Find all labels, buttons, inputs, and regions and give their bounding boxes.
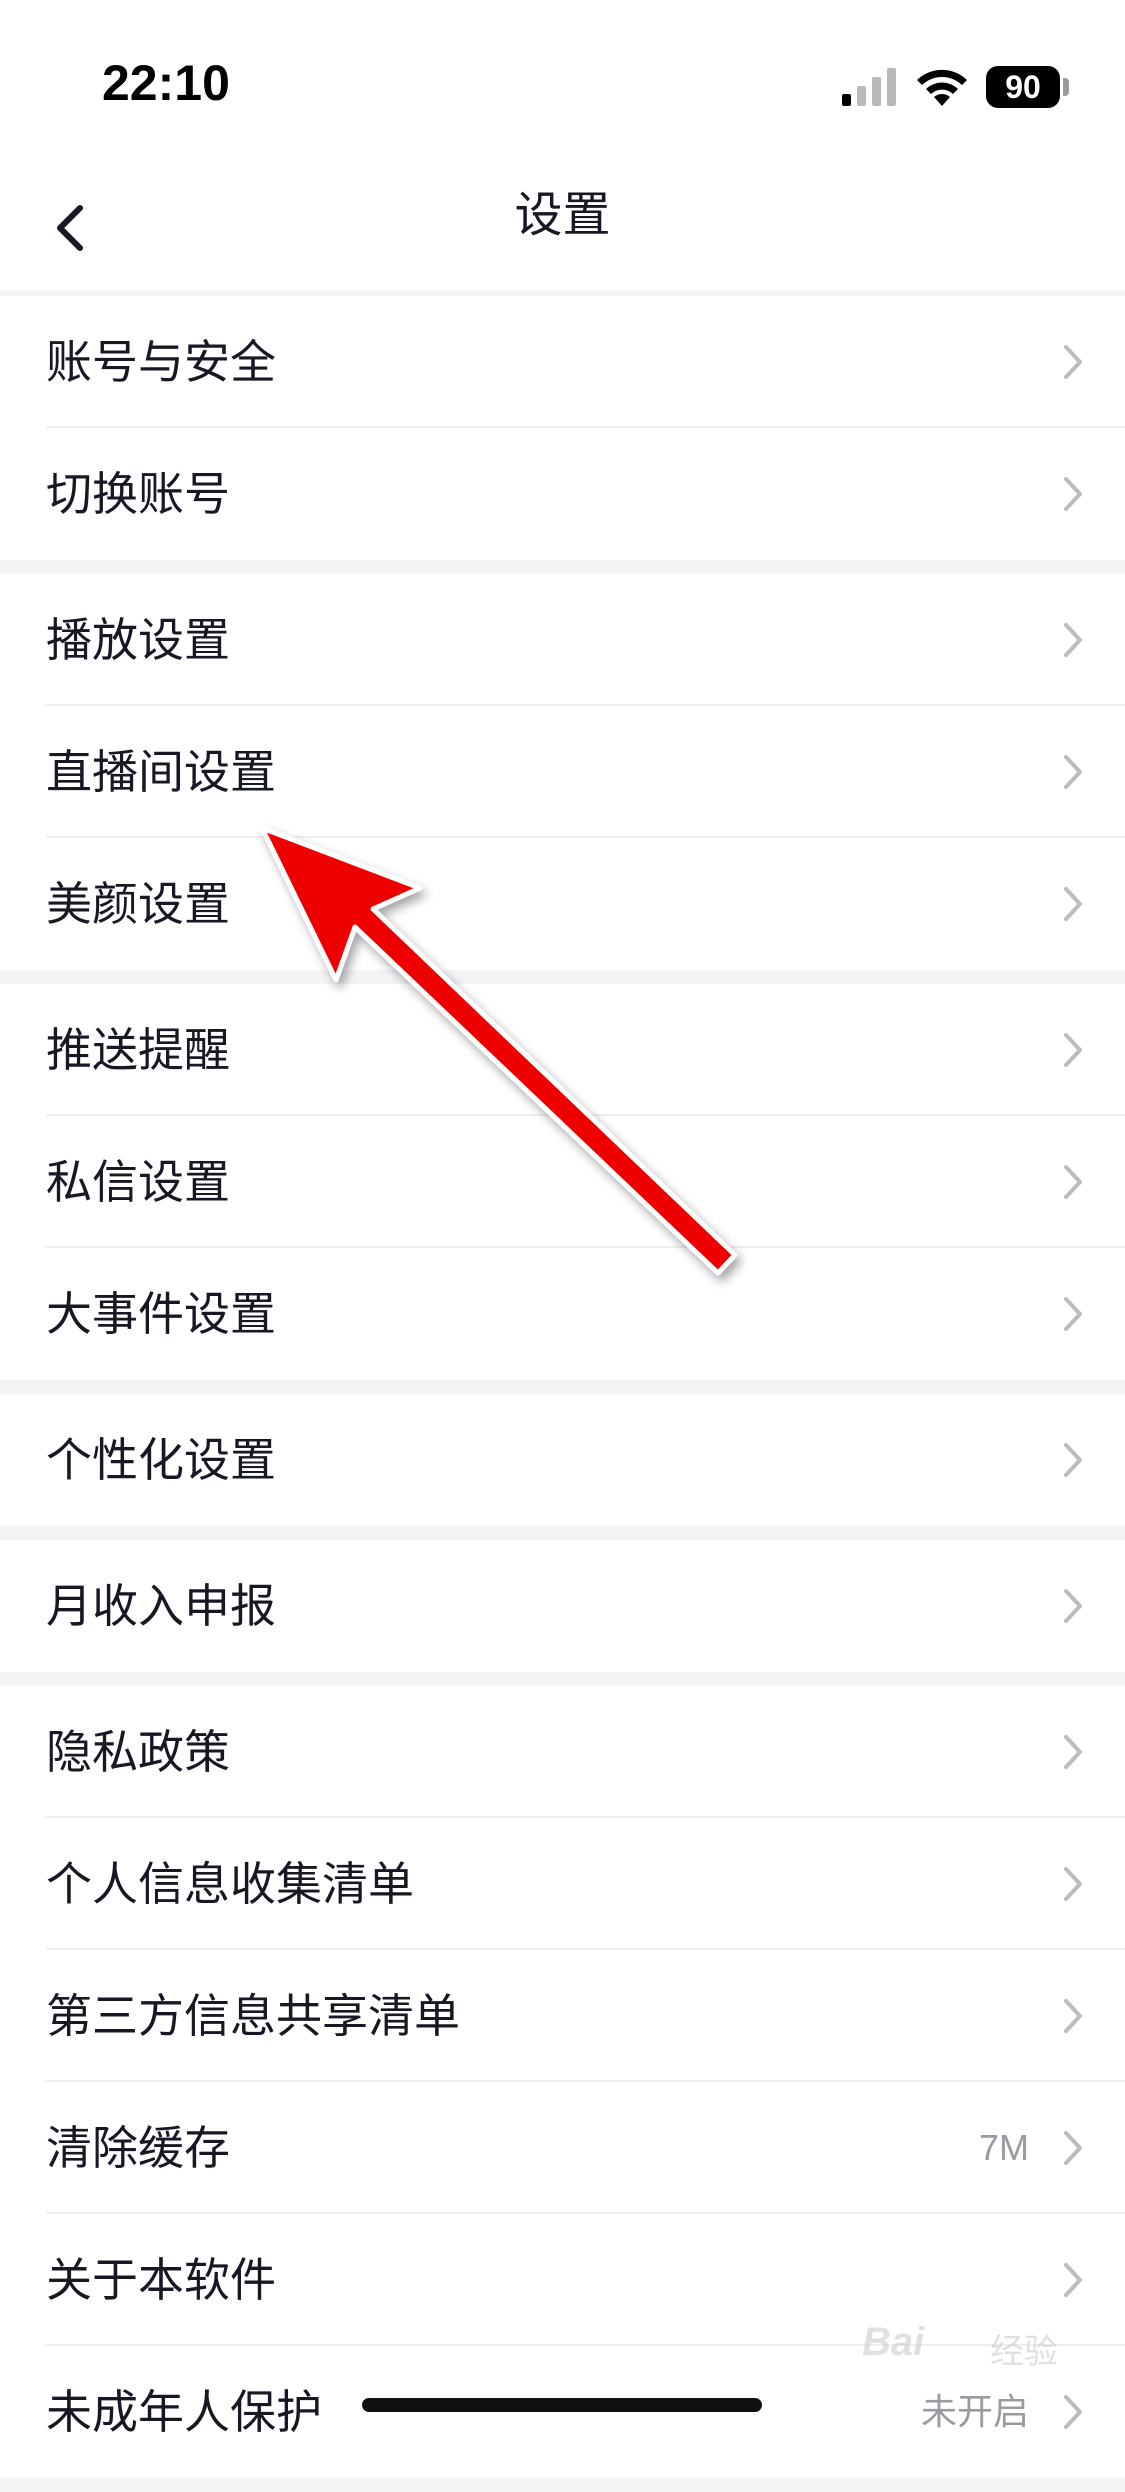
row-label: 切换账号 [46,467,230,521]
nav-bar: 设置 [0,170,1125,290]
chevron-right-icon [1064,2263,1082,2297]
settings-row-account-security[interactable]: 账号与安全 [46,296,1125,428]
battery-icon: 90 [986,66,1060,108]
row-label: 月收入申报 [46,1579,276,1633]
chevron-right-icon [1064,1165,1082,1199]
chevron-right-icon [1064,2131,1082,2165]
watermark-sub: 经验 [990,2332,1058,2372]
row-label: 个人信息收集清单 [46,1857,414,1911]
settings-row-personalization[interactable]: 个性化设置 [46,1394,1125,1526]
settings-row-messages[interactable]: 私信设置 [46,1116,1125,1248]
row-label: 个性化设置 [46,1433,276,1487]
settings-row-info-collection[interactable]: 个人信息收集清单 [46,1818,1125,1950]
page-title: 设置 [514,187,611,243]
settings-row-live-room[interactable]: 直播间设置 [46,706,1125,838]
wifi-icon [917,69,967,106]
row-label: 大事件设置 [46,1287,276,1341]
signal-icon [842,68,896,106]
chevron-right-icon [1064,2395,1082,2429]
settings-row-income[interactable]: 月收入申报 [46,1540,1125,1672]
chevron-right-icon [1064,1735,1082,1769]
row-label: 关于本软件 [46,2253,276,2307]
row-label: 第三方信息共享清单 [46,1989,460,2043]
chevron-right-icon [1064,345,1082,379]
settings-row-playback[interactable]: 播放设置 [46,574,1125,706]
chevron-right-icon [1064,1033,1082,1067]
settings-row-clear-cache[interactable]: 清除缓存 7M [46,2082,1125,2214]
settings-row-switch-account[interactable]: 切换账号 [46,428,1125,560]
settings-group-personalization: 个性化设置 [0,1394,1125,1526]
settings-group-account: 账号与安全 切换账号 [0,296,1125,560]
cache-size-value: 7M [978,2127,1029,2168]
chevron-right-icon [1064,623,1082,657]
status-time: 22:10 [102,55,230,111]
settings-row-third-party-sharing[interactable]: 第三方信息共享清单 [46,1950,1125,2082]
chevron-right-icon [1064,477,1082,511]
settings-row-push[interactable]: 推送提醒 [46,984,1125,1116]
chevron-right-icon [1064,1297,1082,1331]
settings-group-notifications: 推送提醒 私信设置 大事件设置 [0,984,1125,1380]
watermark-brand: Bai [862,2320,925,2364]
row-label: 清除缓存 [46,2121,230,2175]
settings-group-playback: 播放设置 直播间设置 美颜设置 [0,574,1125,970]
row-label: 播放设置 [46,613,230,667]
settings-list: 账号与安全 切换账号 播放设置 直播间设置 美颜设置 推送提醒 私信设置 大事件… [0,296,1125,2492]
row-label: 推送提醒 [46,1023,230,1077]
status-bar: 22:10 90 [0,0,1125,170]
row-label: 未成年人保护 [46,2385,322,2439]
row-label: 私信设置 [46,1155,230,1209]
chevron-right-icon [1064,1589,1082,1623]
settings-row-big-events[interactable]: 大事件设置 [46,1248,1125,1380]
chevron-right-icon [1064,1999,1082,2033]
watermark-logo: Bai 经验 [862,2320,1072,2390]
chevron-right-icon [1064,1867,1082,1901]
home-indicator[interactable] [362,2398,762,2412]
settings-row-privacy-policy[interactable]: 隐私政策 [46,1686,1125,1818]
chevron-right-icon [1064,1443,1082,1477]
battery-tip [1063,78,1069,96]
row-label: 账号与安全 [46,335,276,389]
row-label: 直播间设置 [46,745,276,799]
row-label: 美颜设置 [46,877,230,931]
chevron-right-icon [1064,755,1082,789]
row-label: 隐私政策 [46,1725,230,1779]
chevron-right-icon [1064,887,1082,921]
settings-group-income: 月收入申报 [0,1540,1125,1672]
settings-row-beauty[interactable]: 美颜设置 [46,838,1125,970]
